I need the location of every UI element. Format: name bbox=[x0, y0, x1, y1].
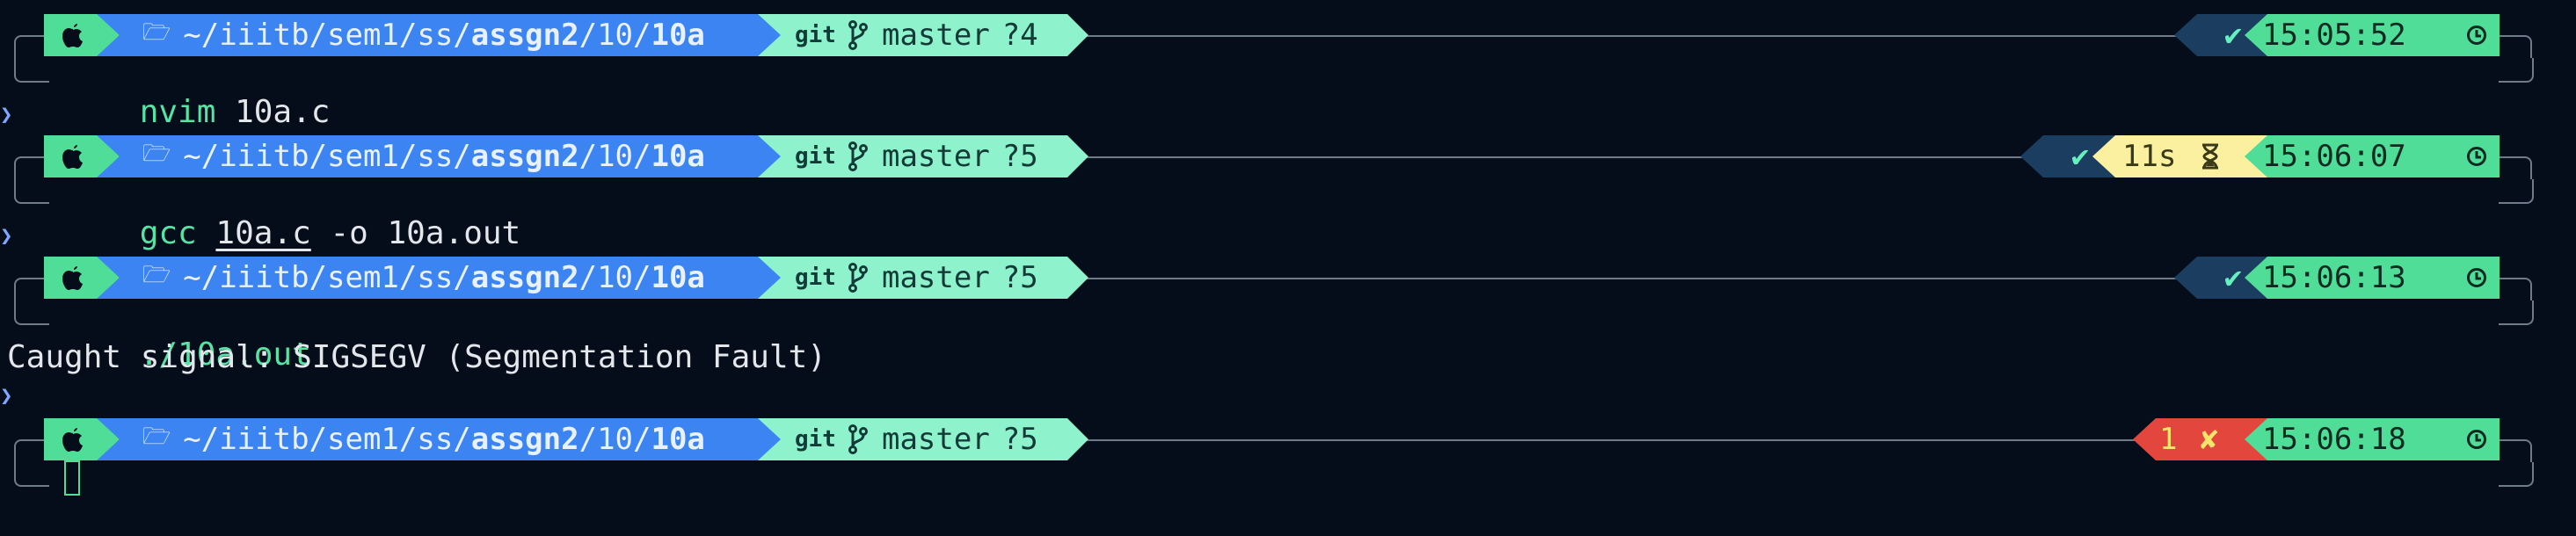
prompt-frame-right-bottom bbox=[2499, 58, 2534, 83]
git-label: git bbox=[795, 264, 836, 291]
git-label: git bbox=[795, 426, 836, 453]
git-branch-icon bbox=[848, 20, 868, 50]
apple-icon bbox=[62, 264, 84, 291]
path-bold-dir: assgn2 bbox=[470, 260, 579, 295]
time-value: 15:06:07 bbox=[2262, 139, 2406, 174]
prompt-frame-left-bottom bbox=[14, 179, 49, 204]
check-icon: ✔ bbox=[2223, 260, 2243, 295]
clock-icon bbox=[2466, 429, 2487, 450]
prompt-frame-left bbox=[14, 35, 47, 58]
clock-icon bbox=[2466, 146, 2487, 167]
command-name: nvim bbox=[139, 94, 216, 130]
prompt-frame-left-bottom bbox=[14, 462, 49, 487]
path-prefix: ~/iiitb/sem1/ss/ bbox=[183, 18, 471, 53]
git-untracked-count: ?4 bbox=[1001, 18, 1038, 53]
path-segment: 🗁 ~/iiitb/sem1/ss/assgn2/10/10a bbox=[97, 418, 782, 460]
path-mid: /10/ bbox=[579, 422, 651, 457]
prompt-frame-right-bottom bbox=[2499, 301, 2534, 325]
program-output: Caught signal: SIGSEGV (Segmentation Fau… bbox=[7, 339, 826, 375]
transient-prompt-marker: ❯ bbox=[0, 102, 13, 127]
prompt-separator-line bbox=[1087, 439, 2138, 441]
prompt-frame-right bbox=[2499, 156, 2532, 179]
time-value: 15:06:18 bbox=[2262, 422, 2406, 457]
exit-code: 1 bbox=[2159, 422, 2178, 457]
clock-icon bbox=[2466, 267, 2487, 288]
transient-prompt-marker: ❯ bbox=[0, 383, 13, 408]
time-value: 15:05:52 bbox=[2262, 18, 2406, 53]
git-untracked-count: ?5 bbox=[1001, 260, 1038, 295]
prompt-frame-right bbox=[2499, 439, 2532, 462]
path-mid: /10/ bbox=[579, 139, 651, 174]
transient-prompt-marker: ❯ bbox=[0, 223, 13, 248]
command-name: gcc bbox=[139, 215, 197, 251]
git-untracked-count: ?5 bbox=[1001, 422, 1038, 457]
git-branch-icon bbox=[848, 141, 868, 171]
git-label: git bbox=[795, 143, 836, 170]
apple-icon bbox=[62, 22, 84, 48]
path-last-dir: 10a bbox=[651, 18, 705, 53]
command-args: 10a.c bbox=[215, 94, 331, 130]
apple-icon bbox=[62, 426, 84, 453]
time-segment: 15:06:07 bbox=[2245, 135, 2500, 177]
folder-icon: 🗁 bbox=[142, 424, 171, 450]
check-icon: ✔ bbox=[2223, 18, 2243, 53]
prompt-separator-line bbox=[1087, 35, 2177, 37]
git-label: git bbox=[795, 22, 836, 48]
folder-icon: 🗁 bbox=[142, 262, 171, 288]
error-cross-icon: ✘ bbox=[2200, 422, 2218, 457]
git-branch-icon bbox=[848, 263, 868, 293]
time-segment: 15:06:18 bbox=[2245, 418, 2500, 460]
path-last-dir: 10a bbox=[651, 260, 705, 295]
duration-value: 11s bbox=[2122, 139, 2177, 174]
prompt-frame-right-bottom bbox=[2499, 179, 2534, 204]
path-last-dir: 10a bbox=[651, 139, 705, 174]
command-file-arg: 10a.c bbox=[215, 215, 311, 251]
folder-icon: 🗁 bbox=[142, 19, 171, 46]
path-segment: 🗁 ~/iiitb/sem1/ss/assgn2/10/10a bbox=[97, 135, 782, 177]
git-branch-name: master bbox=[881, 422, 990, 457]
duration-segment: 11s bbox=[2092, 135, 2268, 177]
git-segment: git master ?5 bbox=[758, 135, 1088, 177]
check-icon: ✔ bbox=[2070, 139, 2090, 174]
git-branch-name: master bbox=[881, 139, 990, 174]
git-segment: git master ?4 bbox=[758, 14, 1088, 56]
path-prefix: ~/iiitb/sem1/ss/ bbox=[183, 260, 471, 295]
path-prefix: ~/iiitb/sem1/ss/ bbox=[183, 422, 471, 457]
path-segment: 🗁 ~/iiitb/sem1/ss/assgn2/10/10a bbox=[97, 14, 782, 56]
prompt-frame-right-bottom bbox=[2499, 462, 2534, 487]
path-bold-dir: assgn2 bbox=[470, 422, 579, 457]
git-untracked-count: ?5 bbox=[1001, 139, 1038, 174]
terminal-cursor[interactable] bbox=[64, 460, 80, 496]
prompt-separator-line bbox=[1087, 156, 2026, 158]
command-args: -o 10a.out bbox=[310, 215, 521, 251]
prompt-frame-left-bottom bbox=[14, 301, 49, 325]
path-mid: /10/ bbox=[579, 18, 651, 53]
prompt-frame-left bbox=[14, 278, 47, 301]
prompt-separator-line bbox=[1087, 278, 2177, 279]
git-branch-icon bbox=[848, 424, 868, 454]
path-last-dir: 10a bbox=[651, 422, 705, 457]
prompt-frame-right bbox=[2499, 35, 2532, 58]
time-segment: 15:06:13 bbox=[2245, 257, 2500, 299]
time-value: 15:06:13 bbox=[2262, 260, 2406, 295]
prompt-frame-right bbox=[2499, 278, 2532, 301]
prompt-frame-left bbox=[14, 156, 47, 179]
path-bold-dir: assgn2 bbox=[470, 139, 579, 174]
hourglass-icon bbox=[2201, 143, 2220, 170]
folder-icon: 🗁 bbox=[142, 141, 171, 167]
path-bold-dir: assgn2 bbox=[470, 18, 579, 53]
path-mid: /10/ bbox=[579, 260, 651, 295]
time-segment: 15:05:52 bbox=[2245, 14, 2500, 56]
git-branch-name: master bbox=[881, 260, 990, 295]
apple-icon bbox=[62, 143, 84, 170]
git-segment: git master ?5 bbox=[758, 257, 1088, 299]
git-branch-name: master bbox=[881, 18, 990, 53]
git-segment: git master ?5 bbox=[758, 418, 1088, 460]
path-segment: 🗁 ~/iiitb/sem1/ss/assgn2/10/10a bbox=[97, 257, 782, 299]
prompt-frame-left bbox=[14, 439, 47, 462]
clock-icon bbox=[2466, 25, 2487, 46]
prompt-frame-left-bottom bbox=[14, 58, 49, 83]
path-prefix: ~/iiitb/sem1/ss/ bbox=[183, 139, 471, 174]
